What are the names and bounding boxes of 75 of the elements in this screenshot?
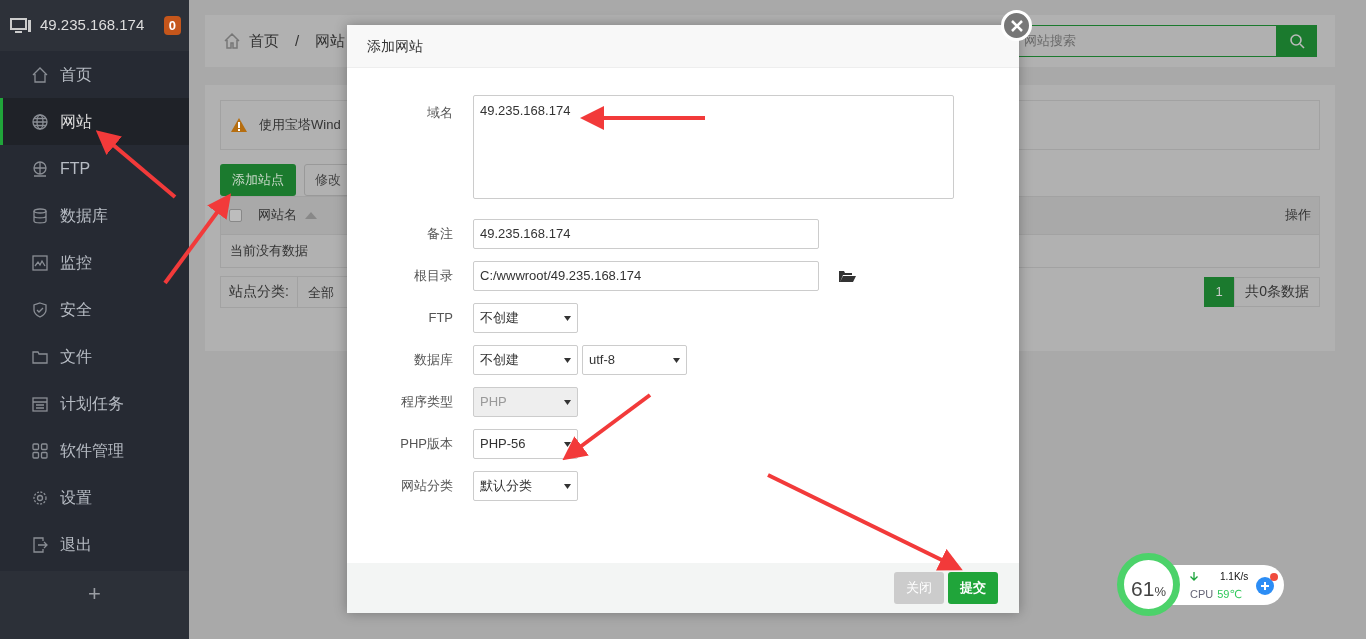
select-field[interactable]: 不创建 xyxy=(473,345,578,375)
caret-icon xyxy=(564,315,571,321)
database-icon xyxy=(32,207,48,224)
sidebar-item[interactable]: 安全 xyxy=(0,286,189,333)
empty-message: 当前没有数据 xyxy=(230,241,308,260)
warning-icon xyxy=(231,118,247,132)
search-button[interactable] xyxy=(1277,25,1317,57)
notice-text: 使用宝塔Wind xyxy=(259,116,341,135)
caret-icon xyxy=(564,357,571,363)
cpu-label: CPU xyxy=(1190,586,1214,602)
globe-icon xyxy=(32,160,48,177)
search-icon xyxy=(1289,33,1305,49)
plus-button[interactable] xyxy=(1256,576,1275,595)
select-field[interactable]: utf-8 xyxy=(582,345,687,375)
sidebar-item[interactable]: 数据库 xyxy=(0,192,189,239)
sidebar-item[interactable]: 退出 xyxy=(0,521,189,568)
add-site-button[interactable]: 添加站点 xyxy=(220,164,296,196)
caret-icon xyxy=(564,399,571,405)
close-icon xyxy=(1010,19,1023,32)
sidebar-item[interactable]: 软件管理 xyxy=(0,427,189,474)
select-field: PHP xyxy=(473,387,578,417)
chart-icon xyxy=(32,254,48,271)
notification-count[interactable]: 0 xyxy=(163,15,181,36)
folder-icon[interactable] xyxy=(839,269,856,283)
grid-icon xyxy=(32,442,48,459)
caret-icon xyxy=(673,357,680,363)
input-field[interactable]: 49.235.168.174 xyxy=(473,219,819,249)
usage-gauge[interactable]: 61% xyxy=(1117,553,1180,616)
sidebar-item[interactable]: 计划任务 xyxy=(0,380,189,427)
caret-icon xyxy=(564,483,571,489)
column-header: 操作 xyxy=(1285,206,1311,225)
breadcrumb-link[interactable]: 网站 xyxy=(315,29,346,53)
field-label: 网站分类 xyxy=(400,477,453,496)
network-speed: 1.1K/s xyxy=(1220,569,1249,584)
temperature: 59℃ xyxy=(1217,586,1242,602)
path-field[interactable]: C:/wwwroot/49.235.168.174 xyxy=(473,261,819,291)
home-icon xyxy=(32,66,48,83)
domain-field[interactable]: 49.235.168.174 xyxy=(473,95,954,199)
plus-icon xyxy=(1260,580,1271,591)
filter-label: 站点分类: xyxy=(228,282,290,301)
column-header[interactable]: 网站名 xyxy=(258,205,297,225)
sidebar-item[interactable]: 网站 xyxy=(0,98,189,145)
alert-dot xyxy=(1270,572,1279,581)
select-field[interactable]: 不创建 xyxy=(473,303,578,333)
server-address: 49.235.168.174 xyxy=(40,15,145,36)
sidebar-item[interactable]: 设置 xyxy=(0,474,189,521)
field-label: 程序类型 xyxy=(400,393,453,412)
sidebar-item[interactable]: 首页 xyxy=(0,51,189,98)
field-label: 备注 xyxy=(426,225,453,244)
add-button[interactable]: + xyxy=(0,571,189,639)
download-icon xyxy=(1190,571,1198,581)
select-field[interactable]: 默认分类 xyxy=(473,471,578,501)
shield-icon xyxy=(32,301,48,318)
sidebar-item[interactable]: 监控 xyxy=(0,239,189,286)
field-label: FTP xyxy=(427,309,453,328)
checkbox[interactable] xyxy=(229,208,242,222)
calendar-icon xyxy=(32,395,48,412)
select-field[interactable]: PHP-56 xyxy=(473,429,578,459)
field-label: 域名 xyxy=(426,104,453,122)
settings-icon xyxy=(32,489,48,506)
caret-icon xyxy=(564,441,571,447)
home-icon xyxy=(223,32,241,50)
logout-icon xyxy=(32,536,48,553)
folder-icon xyxy=(32,348,48,365)
sidebar-item[interactable]: FTP xyxy=(0,145,189,192)
monitor-icon xyxy=(10,17,32,34)
field-label: 根目录 xyxy=(413,267,453,286)
field-label: PHP版本 xyxy=(399,435,453,454)
dialog-title: 添加网站 xyxy=(367,36,423,56)
breadcrumb-separator: / xyxy=(295,30,300,51)
globe-icon xyxy=(32,113,48,130)
field-label: 数据库 xyxy=(413,351,453,370)
breadcrumb-link[interactable]: 首页 xyxy=(249,29,279,53)
sidebar-item[interactable]: 文件 xyxy=(0,333,189,380)
total-count: 共0条数据 xyxy=(1234,276,1320,307)
